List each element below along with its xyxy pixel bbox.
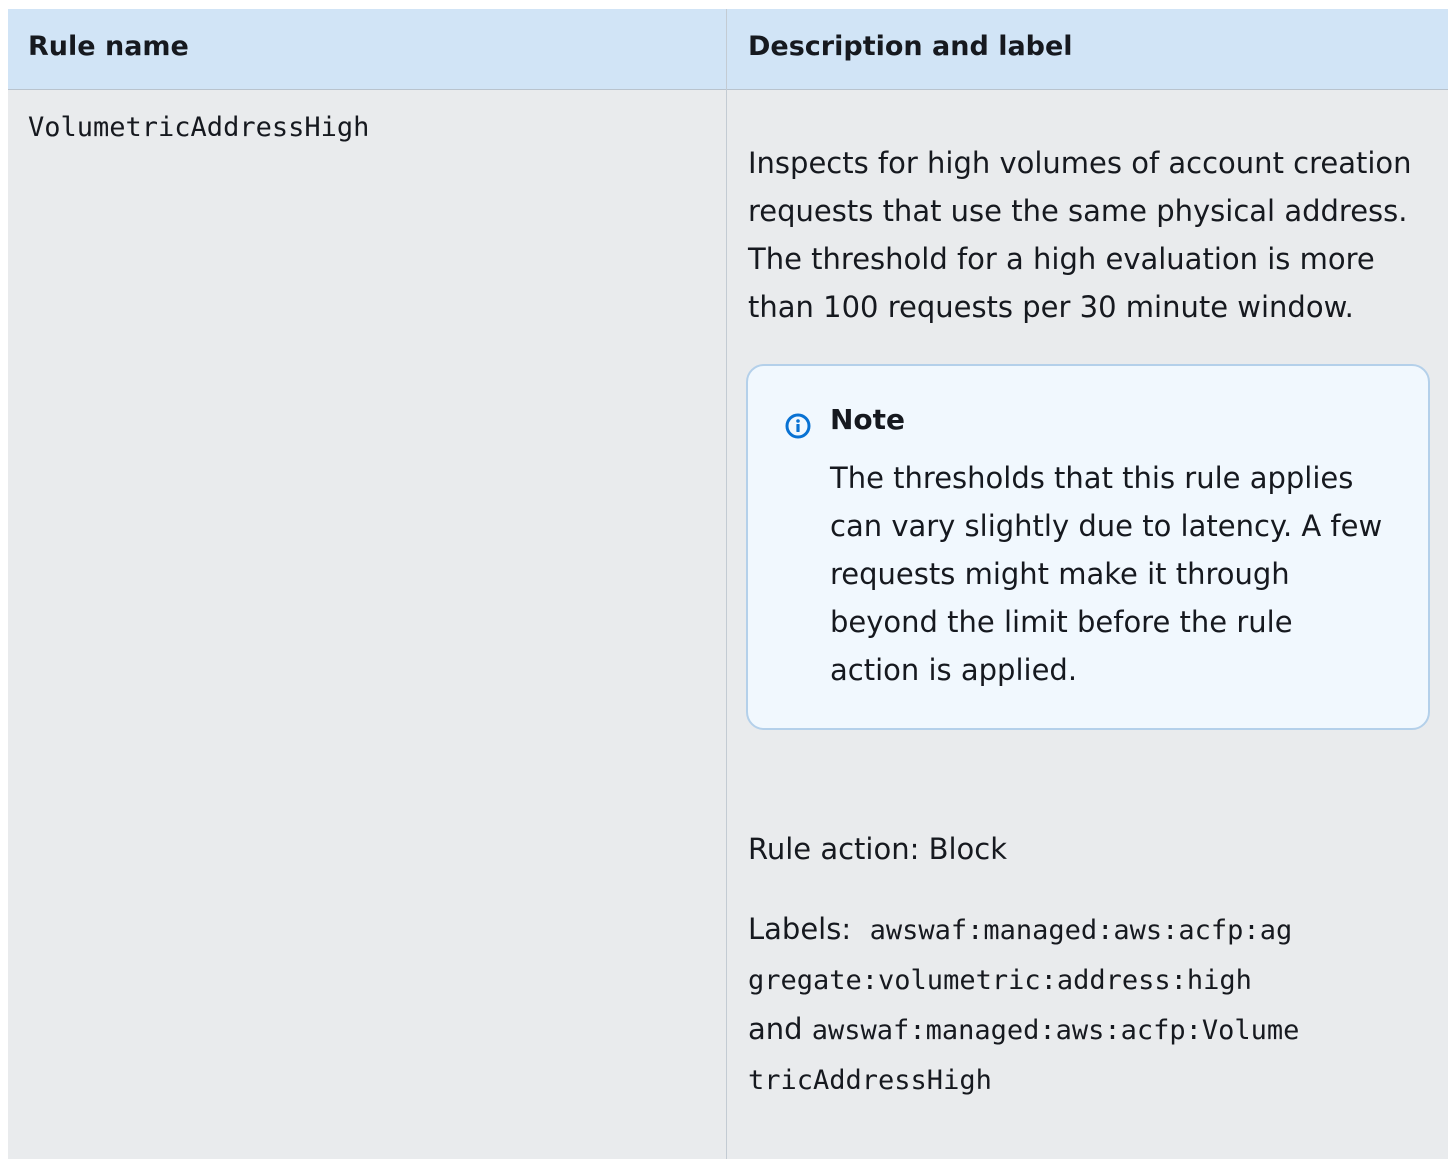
table-header-row: Rule name Description and label: [8, 9, 1448, 90]
rule-name-cell: VolumetricAddressHigh: [28, 112, 370, 143]
label-rule-code: awswaf:managed:aws:acfp:VolumetricAddres…: [748, 1015, 1300, 1096]
note-title: Note: [830, 403, 906, 436]
rule-description: Inspects for high volumes of account cre…: [748, 146, 1412, 324]
column-header-description: Description and label: [748, 31, 1073, 62]
rule-action: Rule action: Block: [748, 832, 1008, 866]
info-icon: [785, 413, 811, 439]
note-body: The thresholds that this rule applies ca…: [830, 461, 1383, 687]
note-callout: Note The thresholds that this rule appli…: [746, 364, 1430, 730]
labels-joiner: and: [748, 1012, 803, 1046]
labels-prefix: Labels:: [748, 912, 852, 946]
column-header-rule-name: Rule name: [28, 31, 189, 62]
rule-labels: Labels: awswaf:managed:aws:acfp:aggregat…: [748, 905, 1308, 1105]
rules-table: Rule name Description and label Volumetr…: [8, 9, 1448, 1159]
column-divider: [726, 9, 727, 1159]
